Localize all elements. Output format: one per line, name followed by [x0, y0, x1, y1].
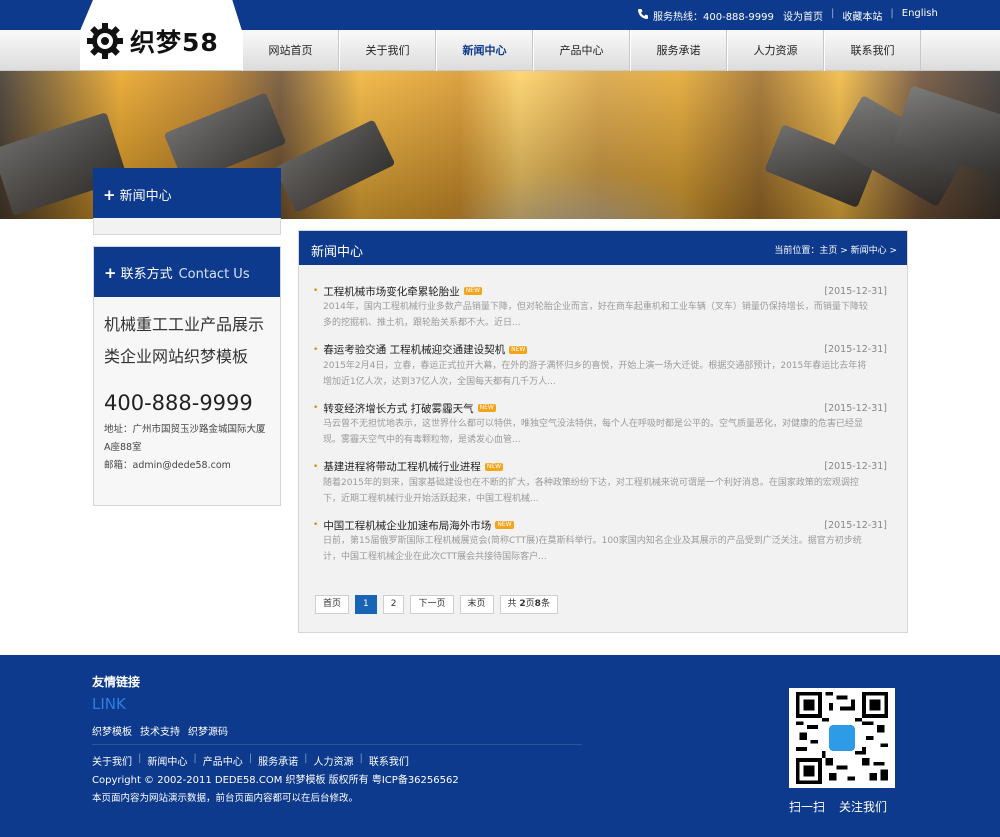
bookmark-link[interactable]: 收藏本站: [842, 8, 882, 23]
qr-scan-text: 扫一扫: [789, 800, 826, 814]
footer-nav-service[interactable]: 服务承诺: [258, 753, 298, 768]
bullet-icon: •: [313, 344, 319, 355]
friend-link[interactable]: 织梦模板: [92, 723, 132, 738]
list-item: • 基建进程将带动工程机械行业进程 NEW [2015-12-31] 随着2015年…: [313, 459, 887, 518]
friends-title: 友情链接: [92, 675, 141, 689]
site-logo[interactable]: 织梦58: [86, 22, 219, 60]
friend-links: 织梦模板 技术支持 织梦源码: [92, 723, 228, 738]
friends-title-en: LINK: [92, 695, 126, 713]
contact-phone: 400-888-9999: [104, 391, 253, 415]
footer-nav-news[interactable]: 新闻中心: [147, 753, 187, 768]
nav-item-products[interactable]: 产品中心: [533, 30, 630, 71]
page-first-button[interactable]: 首页: [315, 595, 350, 614]
page-1-button[interactable]: 1: [355, 595, 377, 614]
news-summary: 日前，第15届俄罗斯国际工程机械展览会(简称CTT展)在莫斯科举行。100家国内…: [323, 536, 862, 562]
news-title-link[interactable]: • 转变经济增长方式 打破雾霾天气 NEW: [313, 401, 496, 416]
footer-nav-about[interactable]: 关于我们: [92, 753, 132, 768]
news-summary: 2015年2月4日，立春，春运正式拉开大幕，在外的游子满怀归乡的喜悦，开始上演一…: [323, 360, 867, 387]
breadcrumb[interactable]: 当前位置：主页 > 新闻中心 >: [774, 243, 897, 256]
pagination: 首页 1 2 下一页 末页 共 2页8条: [315, 595, 558, 614]
contact-address: 地址：广州市国贸玉沙路金城国际大厦A座88室: [104, 424, 266, 453]
footer-nav-hr[interactable]: 人力资源: [314, 753, 354, 768]
qr-follow-text: 关注我们: [839, 800, 888, 814]
english-link[interactable]: English: [902, 8, 938, 23]
bullet-icon: •: [313, 403, 319, 413]
news-panel: 新闻中心 当前位置：主页 > 新闻中心 > • 工程机械市场变化牵累轮胎业 NEW …: [298, 230, 908, 633]
logo-text: 织梦58: [130, 28, 219, 57]
new-badge: NEW: [509, 345, 528, 354]
contact-title-en: Contact Us: [178, 267, 250, 282]
bullet-icon: •: [313, 461, 319, 472]
news-title-link[interactable]: • 中国工程机械企业加速布局海外市场 NEW: [313, 518, 514, 533]
qr-caption: 扫一扫 关注我们: [789, 798, 887, 815]
footer-nav: 关于我们 | 新闻中心 | 产品中心 | 服务承诺 | 人力资源 | 联系我们: [92, 753, 409, 768]
page-total: 共 2页8条: [499, 595, 558, 614]
footer-divider: [92, 744, 582, 745]
nav-item-hr[interactable]: 人力资源: [727, 30, 824, 71]
sidebar-category-list: [93, 218, 281, 235]
news-summary: 随着2015年的到来，国家基础建设也在不断的扩大，各种政策纷纷下达，对工程机械来…: [323, 477, 859, 504]
company-name: 机械重工工业产品展示类企业网站织梦模板: [104, 315, 265, 366]
bullet-icon: •: [313, 520, 319, 530]
news-date: [2015-12-31]: [824, 285, 887, 297]
news-summary: 马云曾不无担忧地表示，这世界什么都可以特供，唯独空气没法特供，每个人在呼吸时都是…: [323, 419, 864, 445]
hotline-text: 服务热线：400-888-9999: [653, 12, 774, 23]
friend-link[interactable]: 织梦源码: [188, 723, 228, 738]
footer-nav-products[interactable]: 产品中心: [203, 753, 243, 768]
news-date: [2015-12-31]: [824, 402, 887, 414]
phone-icon: [637, 8, 649, 23]
main-nav: 网站首页 关于我们 新闻中心 产品中心 服务承诺 人力资源 联系我们: [242, 30, 921, 71]
page-next-button[interactable]: 下一页: [410, 595, 454, 614]
list-item: • 工程机械市场变化牵累轮胎业 NEW [2015-12-31] 2014年，国内工…: [313, 283, 887, 342]
page-last-button[interactable]: 末页: [459, 595, 494, 614]
news-date: [2015-12-31]: [824, 461, 887, 472]
footer: 友情链接 LINK 织梦模板 技术支持 织梦源码 关于我们 | 新闻中心 | 产品中…: [0, 655, 1000, 837]
copyright: Copyright © 2002-2011 DEDE58.COM 织梦模板 版权…: [92, 775, 459, 786]
sidebar-category-title: + 新闻中心: [93, 168, 281, 218]
sidebar-category-label: 新闻中心: [119, 189, 172, 204]
top-links: 设为首页 | 收藏本站 | English: [783, 8, 938, 23]
contact-title: 联系方式: [120, 267, 173, 282]
set-home-link[interactable]: 设为首页: [783, 8, 823, 23]
news-summary: 2014年，国内工程机械行业多数产品销量下降，但对轮胎企业而言，好在商车起重机和…: [323, 302, 868, 328]
news-title-link[interactable]: • 春运考验交通 工程机械迎交通建设契机 NEW: [313, 342, 528, 357]
contact-header: + 联系方式 Contact Us: [94, 247, 280, 297]
list-item: • 春运考验交通 工程机械迎交通建设契机 NEW [2015-12-31] 2015…: [313, 342, 887, 401]
friend-link[interactable]: 技术支持: [140, 723, 180, 738]
news-date: [2015-12-31]: [824, 519, 887, 531]
new-badge: NEW: [477, 404, 496, 412]
contact-panel: + 联系方式 Contact Us 机械重工工业产品展示类企业网站织梦模板 400-…: [93, 246, 281, 506]
nav-item-about[interactable]: 关于我们: [339, 30, 436, 71]
nav-item-contact[interactable]: 联系我们: [824, 30, 921, 71]
hotline: 服务热线：400-888-9999: [637, 8, 774, 23]
plus-icon: +: [103, 186, 116, 204]
nav-item-service[interactable]: 服务承诺: [630, 30, 727, 71]
new-badge: NEW: [495, 521, 514, 529]
news-list: • 工程机械市场变化牵累轮胎业 NEW [2015-12-31] 2014年，国内工…: [313, 283, 887, 576]
bullet-icon: •: [313, 286, 319, 296]
divider: |: [831, 8, 835, 19]
new-badge: NEW: [463, 287, 483, 295]
contact-email: 邮箱：admin@dede58.com: [104, 460, 231, 471]
nav-item-home[interactable]: 网站首页: [242, 30, 339, 71]
nav-item-news[interactable]: 新闻中心: [436, 30, 533, 71]
qr-code: [789, 688, 895, 788]
news-date: [2015-12-31]: [824, 344, 887, 355]
gear-icon: [86, 22, 124, 60]
news-panel-header: 新闻中心 当前位置：主页 > 新闻中心 >: [299, 231, 907, 265]
divider: |: [890, 8, 894, 19]
new-badge: NEW: [484, 462, 504, 471]
footer-note: 本页面内容为网站演示数据，前台页面内容都可以在后台修改。: [92, 793, 359, 804]
page-2-button[interactable]: 2: [382, 595, 405, 614]
page-title: 新闻中心: [311, 245, 364, 260]
plus-icon: +: [104, 264, 117, 282]
list-item: • 转变经济增长方式 打破雾霾天气 NEW [2015-12-31] 马云曾不无担忧…: [313, 400, 887, 459]
list-item: • 中国工程机械企业加速布局海外市场 NEW [2015-12-31] 日前，第15…: [313, 517, 887, 576]
news-title-link[interactable]: • 基建进程将带动工程机械行业进程 NEW: [313, 459, 504, 474]
footer-nav-contact[interactable]: 联系我们: [369, 753, 409, 768]
news-title-link[interactable]: • 工程机械市场变化牵累轮胎业 NEW: [313, 284, 483, 299]
